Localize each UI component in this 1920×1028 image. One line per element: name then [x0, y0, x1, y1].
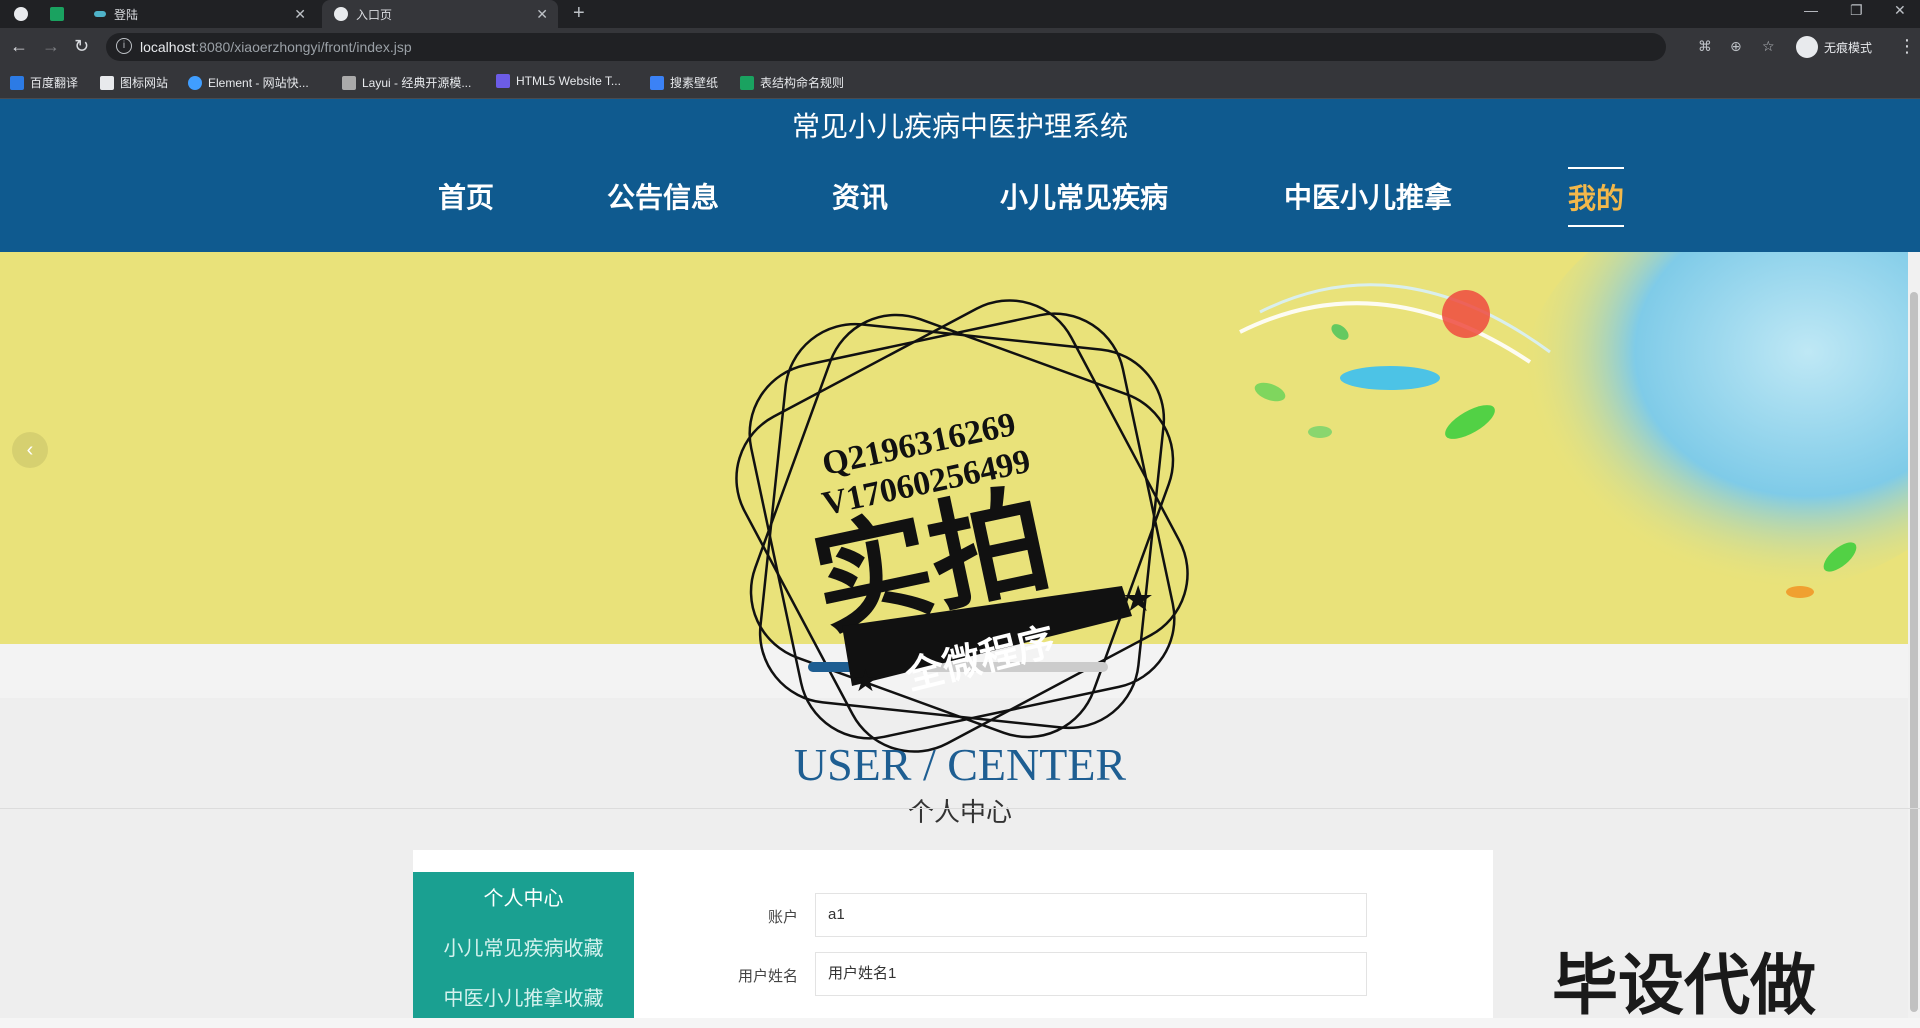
browser-toolbar: ← → ↻ i localhost:8080/xiaoerzhongyi/fro… [0, 28, 1920, 66]
divider [0, 808, 1920, 809]
account-input[interactable]: a1 [815, 893, 1367, 937]
name-label: 用户姓名 [737, 968, 798, 985]
url-text[interactable]: localhost:8080/xiaoerzhongyi/front/index… [140, 39, 412, 55]
nav-mine[interactable]: 我的 [1568, 167, 1625, 227]
browser-tab-pinned-2[interactable] [44, 0, 74, 28]
dots-icon [94, 11, 106, 17]
close-window-icon[interactable]: ✕ [1894, 2, 1906, 19]
tab-title: 登陆 [114, 7, 139, 22]
scrollbar-thumb[interactable] [1910, 292, 1918, 1012]
carousel-prev-button[interactable]: ‹ [12, 432, 48, 468]
name-input[interactable]: 用户姓名1 [815, 952, 1367, 996]
tab-title: 入口页 [356, 7, 393, 22]
bookmarks-bar: 百度翻译 图标网站 Element - 网站快... Layui - 经典开源模… [0, 66, 1920, 99]
watermark-stamp: Q2196316269 V17060256499 实拍 全微程序 ★ ★ [735, 299, 1189, 753]
user-center-title-en: USER / CENTER [793, 739, 1127, 790]
ad-overlay-text: 毕设代做 [1552, 948, 1816, 1022]
nav-news[interactable]: 资讯 [832, 176, 888, 216]
incognito-icon [1796, 36, 1818, 58]
account-label: 账户 [767, 909, 798, 926]
nav-home[interactable]: 首页 [438, 176, 494, 216]
zoom-icon[interactable]: ⊕ [1730, 38, 1742, 55]
incognito-label: 无痕模式 [1824, 40, 1873, 55]
close-tab-icon[interactable]: ✕ [536, 6, 548, 23]
sheet-icon [50, 7, 64, 21]
nav-massage[interactable]: 中医小儿推拿 [1284, 176, 1452, 216]
cursor-highlight [1442, 290, 1490, 338]
nav-notices[interactable]: 公告信息 [607, 176, 719, 216]
sidebar-item-massage-favorites[interactable]: 中医小儿推拿收藏 [413, 982, 634, 1011]
info-icon[interactable]: i [116, 38, 132, 54]
element-icon [188, 75, 202, 90]
forward-icon[interactable]: → [42, 36, 60, 57]
incognito-indicator[interactable]: 无痕模式 [1796, 34, 1872, 60]
bookmark-item[interactable]: 百度翻译 [10, 74, 78, 91]
new-tab-icon[interactable]: + [573, 2, 585, 25]
browser-tab-pinned[interactable] [8, 0, 38, 28]
reload-icon[interactable]: ↻ [74, 36, 89, 57]
wallpaper-icon [650, 75, 664, 90]
more-menu-icon[interactable]: ⋮ [1898, 36, 1916, 57]
address-bar[interactable]: i localhost:8080/xiaoerzhongyi/front/ind… [106, 33, 1775, 61]
bookmark-item[interactable]: 图标网站 [100, 74, 168, 91]
bookmark-item[interactable]: HTML5 Website T... [496, 74, 621, 88]
nav-diseases[interactable]: 小儿常见疾病 [1000, 176, 1168, 216]
flag-icon [100, 75, 114, 90]
sheet-icon [740, 75, 754, 90]
browser-tab-strip: 登陆 ✕ 入口页 ✕ + — ❐ ✕ [0, 0, 1920, 28]
globe-icon [334, 7, 348, 21]
site-title: 常见小儿疾病中医护理系统 [791, 111, 1128, 142]
html5-icon [496, 74, 510, 88]
site-header: 常见小儿疾病中医护理系统 [0, 99, 1920, 252]
bookmark-star-icon[interactable]: ☆ [1762, 38, 1775, 55]
globe-icon [14, 7, 28, 21]
bookmark-item[interactable]: Element - 网站快... [188, 74, 309, 91]
sidebar-item-disease-favorites[interactable]: 小儿常见疾病收藏 [413, 932, 634, 961]
browser-tab-login[interactable]: 登陆 ✕ [86, 0, 316, 28]
translate-icon[interactable]: ⌘ [1698, 38, 1712, 55]
star-icon: ★ [1122, 578, 1154, 619]
back-icon[interactable]: ← [10, 36, 28, 57]
layui-icon [342, 75, 356, 90]
page-scrollbar[interactable] [1908, 252, 1920, 1018]
translate-icon [10, 75, 24, 90]
star-icon: ★ [852, 665, 879, 698]
user-center-title-cn: 个人中心 [907, 797, 1012, 827]
watercolor-art [1239, 252, 1920, 598]
sidebar-item-profile[interactable]: 个人中心 [413, 882, 634, 911]
minimize-icon[interactable]: — [1804, 2, 1818, 18]
user-sidebar: 个人中心 小儿常见疾病收藏 中医小儿推拿收藏 [413, 872, 634, 1018]
bookmark-item[interactable]: Layui - 经典开源模... [342, 74, 471, 91]
bookmark-item[interactable]: 搜素壁纸 [650, 74, 718, 91]
browser-tab-index[interactable]: 入口页 ✕ [322, 0, 558, 28]
restore-icon[interactable]: ❐ [1850, 2, 1863, 19]
close-tab-icon[interactable]: ✕ [294, 6, 306, 23]
bookmark-item[interactable]: 表结构命名规则 [740, 74, 844, 91]
